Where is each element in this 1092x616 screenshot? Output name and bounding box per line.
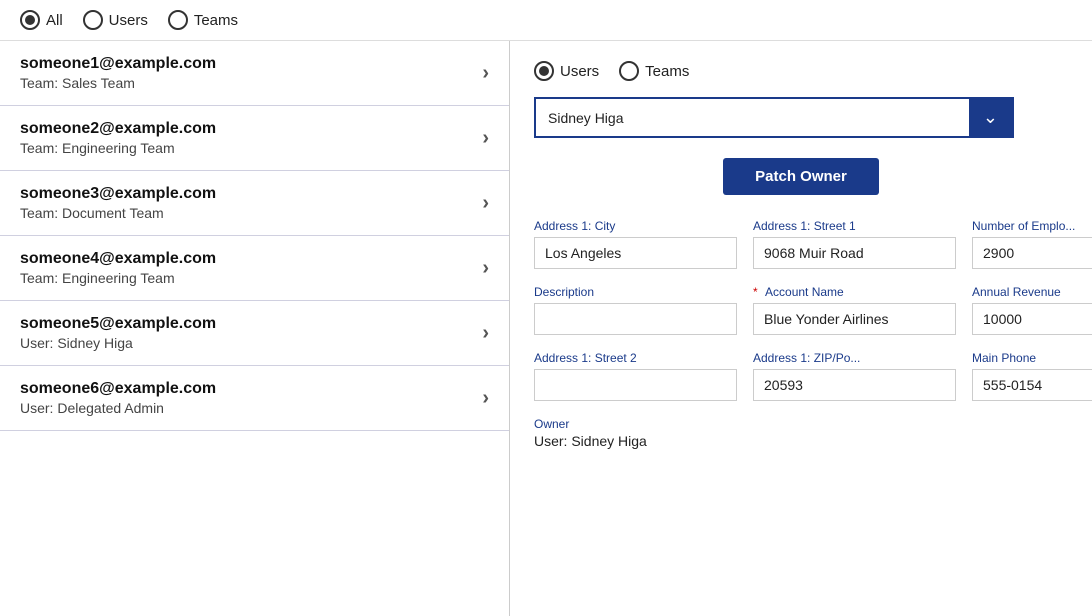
form-input[interactable] (753, 237, 956, 269)
form-field: * Account Name (753, 285, 956, 335)
required-star: * (753, 285, 761, 299)
radio-all-label: All (46, 12, 63, 29)
form-label: Number of Emplo... (972, 219, 1092, 233)
list-item[interactable]: someone6@example.com User: Delegated Adm… (0, 366, 509, 431)
radio-teams-label: Teams (194, 12, 238, 29)
dropdown-select[interactable]: Sidney Higa ⌄ (534, 97, 1014, 138)
chevron-right-icon: › (482, 257, 489, 280)
form-input[interactable] (534, 369, 737, 401)
top-radio-group: All Users Teams (20, 10, 238, 30)
list-item-email: someone2@example.com (20, 120, 216, 138)
right-radio-teams-circle (619, 61, 639, 81)
list-item-subtitle: Team: Engineering Team (20, 270, 216, 286)
form-label: Address 1: Street 2 (534, 351, 737, 365)
form-input[interactable] (534, 237, 737, 269)
form-field: Annual Revenue (972, 285, 1092, 335)
form-field: Address 1: Street 1 (753, 219, 956, 269)
list-item[interactable]: someone3@example.com Team: Document Team… (0, 171, 509, 236)
list-item-text: someone1@example.com Team: Sales Team (20, 55, 216, 91)
owner-section: Owner User: Sidney Higa (534, 417, 1068, 449)
form-grid: Address 1: CityAddress 1: Street 1Number… (534, 219, 1068, 401)
right-radio-users-label: Users (560, 63, 599, 80)
dropdown-chevron-button[interactable]: ⌄ (969, 99, 1012, 136)
list-item-subtitle: Team: Document Team (20, 205, 216, 221)
chevron-right-icon: › (482, 127, 489, 150)
chevron-right-icon: › (482, 62, 489, 85)
list-item-text: someone4@example.com Team: Engineering T… (20, 250, 216, 286)
radio-all[interactable]: All (20, 10, 63, 30)
form-input[interactable] (753, 303, 956, 335)
form-input[interactable] (534, 303, 737, 335)
chevron-down-icon: ⌄ (983, 107, 998, 128)
form-input[interactable] (972, 237, 1092, 269)
dropdown-container: Sidney Higa ⌄ (534, 97, 1068, 138)
form-field: Address 1: Street 2 (534, 351, 737, 401)
patch-owner-container: Patch Owner (534, 158, 1068, 195)
chevron-right-icon: › (482, 387, 489, 410)
right-radio-group: Users Teams (534, 61, 1068, 81)
form-label: Description (534, 285, 737, 299)
list-item-subtitle: User: Delegated Admin (20, 400, 216, 416)
form-label: Address 1: City (534, 219, 737, 233)
form-label: * Account Name (753, 285, 956, 299)
main-content: someone1@example.com Team: Sales Team › … (0, 41, 1092, 616)
left-panel: someone1@example.com Team: Sales Team › … (0, 41, 510, 616)
right-radio-teams[interactable]: Teams (619, 61, 689, 81)
chevron-right-icon: › (482, 192, 489, 215)
patch-owner-button[interactable]: Patch Owner (723, 158, 879, 195)
list-item-email: someone3@example.com (20, 185, 216, 203)
list-item-email: someone4@example.com (20, 250, 216, 268)
form-label: Address 1: Street 1 (753, 219, 956, 233)
radio-users-label: Users (109, 12, 148, 29)
list-item-text: someone3@example.com Team: Document Team (20, 185, 216, 221)
radio-teams-circle (168, 10, 188, 30)
right-radio-users[interactable]: Users (534, 61, 599, 81)
chevron-right-icon: › (482, 322, 489, 345)
form-input[interactable] (972, 369, 1092, 401)
form-field: Number of Emplo... (972, 219, 1092, 269)
list-item[interactable]: someone2@example.com Team: Engineering T… (0, 106, 509, 171)
list-item-email: someone6@example.com (20, 380, 216, 398)
form-input[interactable] (972, 303, 1092, 335)
list-item-subtitle: Team: Engineering Team (20, 140, 216, 156)
list-item-email: someone1@example.com (20, 55, 216, 73)
list-item-subtitle: Team: Sales Team (20, 75, 216, 91)
top-bar: All Users Teams (0, 0, 1092, 41)
radio-all-circle (20, 10, 40, 30)
form-label: Address 1: ZIP/Po... (753, 351, 956, 365)
list-item[interactable]: someone5@example.com User: Sidney Higa › (0, 301, 509, 366)
dropdown-value: Sidney Higa (536, 102, 969, 134)
form-input[interactable] (753, 369, 956, 401)
owner-value: User: Sidney Higa (534, 433, 1068, 449)
form-field: Main Phone (972, 351, 1092, 401)
list-item-text: someone2@example.com Team: Engineering T… (20, 120, 216, 156)
list-item-text: someone5@example.com User: Sidney Higa (20, 315, 216, 351)
radio-teams[interactable]: Teams (168, 10, 238, 30)
right-panel: Users Teams Sidney Higa ⌄ Patch Owner Ad… (510, 41, 1092, 616)
form-label: Main Phone (972, 351, 1092, 365)
list-item-text: someone6@example.com User: Delegated Adm… (20, 380, 216, 416)
form-field: Address 1: City (534, 219, 737, 269)
right-radio-teams-label: Teams (645, 63, 689, 80)
owner-label: Owner (534, 417, 1068, 431)
radio-users[interactable]: Users (83, 10, 148, 30)
list-item-subtitle: User: Sidney Higa (20, 335, 216, 351)
list-item[interactable]: someone1@example.com Team: Sales Team › (0, 41, 509, 106)
form-field: Description (534, 285, 737, 335)
form-label: Annual Revenue (972, 285, 1092, 299)
form-field: Address 1: ZIP/Po... (753, 351, 956, 401)
list-item[interactable]: someone4@example.com Team: Engineering T… (0, 236, 509, 301)
list-item-email: someone5@example.com (20, 315, 216, 333)
right-radio-users-circle (534, 61, 554, 81)
radio-users-circle (83, 10, 103, 30)
